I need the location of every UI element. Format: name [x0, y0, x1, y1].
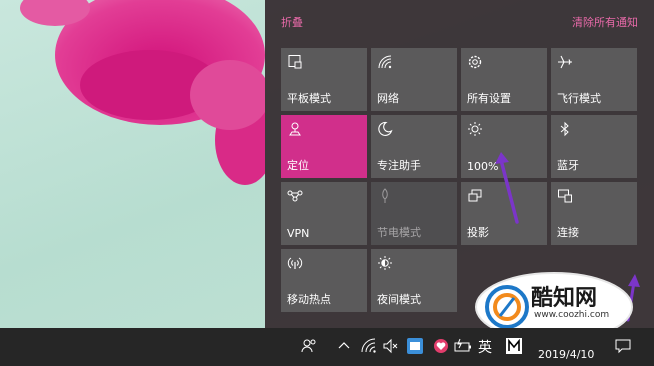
mobile-hotspot-icon: [287, 257, 303, 269]
annotation-arrow: [495, 152, 519, 224]
settings-gear-icon: [468, 55, 482, 69]
collapse-link[interactable]: 折叠: [281, 14, 303, 30]
flower-petals-image: [20, 0, 265, 185]
clear-all-notifications-link[interactable]: 清除所有通知: [572, 14, 638, 30]
tile-label: 蓝牙: [557, 159, 579, 172]
tile-night-light[interactable]: 夜间模式: [371, 249, 457, 312]
taskbar-date[interactable]: 2019/4/10: [538, 348, 594, 361]
tile-label: 节电模式: [377, 226, 421, 239]
action-center-icon[interactable]: [614, 337, 632, 355]
tile-label: 网络: [377, 92, 399, 105]
night-light-icon: [378, 256, 392, 270]
location-icon: [289, 122, 301, 136]
battery-charging-icon[interactable]: [454, 337, 472, 355]
ime-language-indicator[interactable]: 英: [478, 337, 492, 357]
taskbar: 英 2019/4/10: [0, 328, 654, 366]
tile-bluetooth[interactable]: 蓝牙: [551, 115, 637, 178]
tile-label: 飞行模式: [557, 92, 601, 105]
project-icon: [468, 189, 482, 202]
tile-label: 平板模式: [287, 92, 331, 105]
bluetooth-icon: [560, 121, 569, 137]
vpn-icon: [287, 190, 303, 202]
tile-label: 定位: [287, 159, 309, 172]
network-icon: [378, 55, 392, 69]
tile-focus-assist[interactable]: 专注助手: [371, 115, 457, 178]
tile-label: 夜间模式: [377, 293, 421, 306]
tile-network[interactable]: 网络: [371, 48, 457, 111]
app-heart-icon[interactable]: [432, 337, 450, 355]
tile-label: VPN: [287, 227, 310, 240]
battery-saver-icon: [382, 188, 388, 203]
tile-battery-saver[interactable]: 节电模式: [371, 182, 457, 245]
people-icon[interactable]: [300, 337, 318, 355]
brightness-value: 100%: [467, 160, 499, 173]
brightness-icon: [468, 122, 482, 136]
watermark-text: 酷知网: [531, 286, 598, 311]
tile-vpn[interactable]: VPN: [281, 182, 367, 245]
watermark-url: www.coozhi.com: [534, 310, 610, 320]
tile-airplane-mode[interactable]: 飞行模式: [551, 48, 637, 111]
volume-muted-icon[interactable]: [382, 337, 400, 355]
tile-all-settings[interactable]: 所有设置: [461, 48, 547, 111]
tile-label: 投影: [467, 226, 489, 239]
chevron-up-icon[interactable]: [335, 337, 353, 355]
wifi-icon[interactable]: [360, 337, 378, 355]
tile-tablet-mode[interactable]: 平板模式: [281, 48, 367, 111]
ime-mode-icon[interactable]: [505, 337, 523, 355]
app-tray-icon[interactable]: [406, 337, 424, 355]
moon-icon: [378, 121, 393, 137]
tile-label: 所有设置: [467, 92, 511, 105]
tile-location[interactable]: 定位: [281, 115, 367, 178]
tile-connect[interactable]: 连接: [551, 182, 637, 245]
tile-label: 连接: [557, 226, 579, 239]
connect-icon: [558, 189, 572, 203]
airplane-icon: [558, 55, 572, 69]
tile-label: 专注助手: [377, 159, 421, 172]
tablet-mode-icon: [288, 55, 302, 69]
tile-mobile-hotspot[interactable]: 移动热点: [281, 249, 367, 312]
tile-label: 移动热点: [287, 293, 331, 306]
